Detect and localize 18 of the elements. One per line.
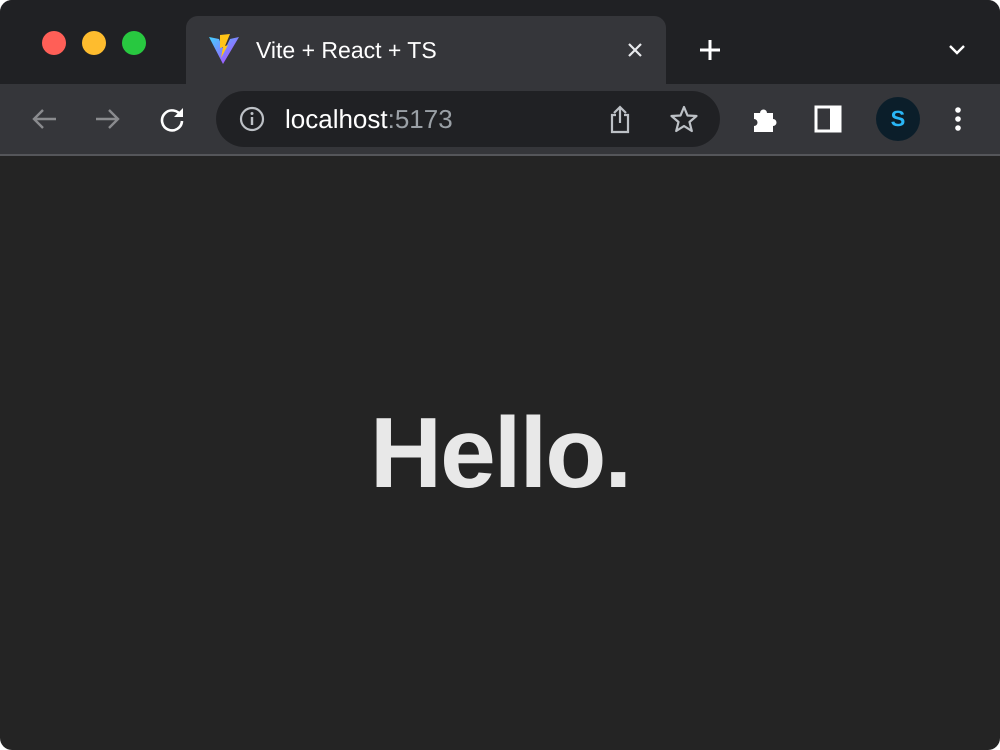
address-bar[interactable]: localhost:5173 bbox=[216, 91, 720, 147]
browser-tab[interactable]: Vite + React + TS bbox=[186, 16, 666, 84]
close-icon[interactable] bbox=[626, 41, 644, 59]
triangle-logo-icon bbox=[208, 34, 240, 66]
plus-icon[interactable] bbox=[698, 38, 722, 62]
more-vertical-icon[interactable] bbox=[954, 106, 962, 132]
page-heading: Hello. bbox=[370, 396, 630, 510]
chevron-down-icon[interactable] bbox=[948, 43, 966, 56]
info-icon[interactable] bbox=[239, 106, 265, 132]
tab-title: Vite + React + TS bbox=[256, 36, 438, 64]
profile-avatar[interactable]: S bbox=[876, 97, 920, 141]
window-control-button[interactable] bbox=[82, 31, 106, 55]
url-text: localhost:5173 bbox=[285, 104, 453, 134]
window-control-button[interactable] bbox=[122, 31, 146, 55]
share-icon[interactable] bbox=[608, 104, 632, 134]
side-panel-icon[interactable] bbox=[814, 105, 842, 133]
star-icon[interactable] bbox=[670, 105, 698, 133]
window-control-button[interactable] bbox=[42, 31, 66, 55]
